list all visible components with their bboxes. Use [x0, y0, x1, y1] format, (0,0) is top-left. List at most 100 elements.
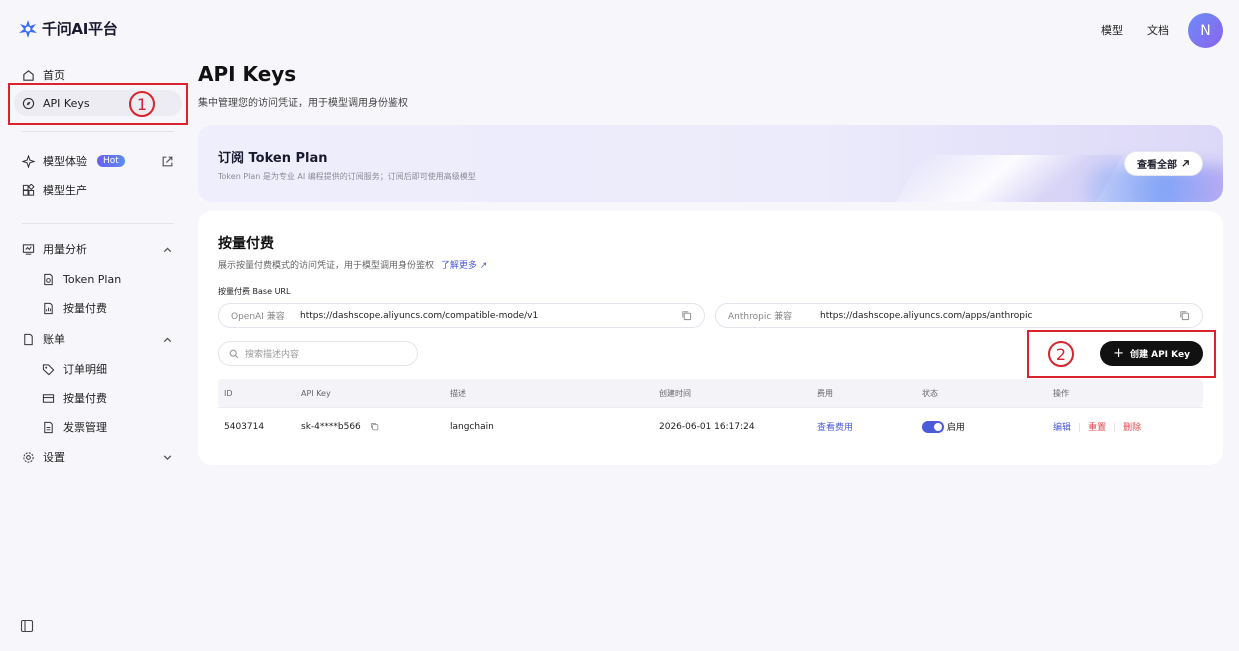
chevron-up-icon: [163, 247, 172, 253]
annotation-box-1: [8, 83, 188, 125]
brand-logo[interactable]: 千问AI平台: [18, 18, 118, 39]
banner-title: 订阅 Token Plan: [218, 151, 328, 166]
sidebar-item-invoice[interactable]: 发票管理: [34, 414, 182, 440]
chevron-up-icon: [163, 337, 172, 343]
anthropic-tag: Anthropic 兼容: [728, 312, 793, 322]
sparkle-icon: [22, 154, 35, 168]
base-url-label: 按量付费 Base URL: [218, 287, 291, 296]
payg-subtitle-text: 展示按量付费模式的访问凭证，用于模型调用身份鉴权: [218, 261, 435, 271]
cell-api-key: sk-4****b566: [295, 422, 444, 432]
header-status: 状态: [922, 388, 938, 398]
sidebar-collapse-icon[interactable]: [20, 619, 34, 633]
view-all-label: 查看全部: [1137, 160, 1177, 171]
card-icon: [42, 393, 55, 403]
anthropic-url-field: Anthropic 兼容 https://dashscope.aliyuncs.…: [715, 303, 1203, 328]
sidebar-divider: [22, 131, 174, 132]
blocks-icon: [22, 183, 35, 196]
sidebar-item-label: 设置: [43, 451, 65, 464]
sidebar-item-payg-billing[interactable]: 按量付费: [34, 385, 182, 411]
openai-url-field: OpenAI 兼容 https://dashscope.aliyuncs.com…: [218, 303, 705, 328]
sidebar-item-label: 按量付费: [63, 392, 107, 405]
sidebar: 首页 API Keys 模型体验 Hot 模型生产 用量分析 Token Pla…: [0, 60, 190, 651]
sidebar-item-label: 用量分析: [43, 243, 87, 256]
view-cost-link[interactable]: 查看费用: [811, 420, 916, 433]
cell-status: 启用: [916, 420, 1047, 434]
annotation-number-2: 2: [1048, 341, 1074, 367]
hot-badge: Hot: [97, 155, 125, 167]
copy-icon[interactable]: [370, 422, 379, 431]
sidebar-item-label: 模型体验: [43, 155, 87, 168]
edit-link[interactable]: 编辑: [1053, 423, 1071, 433]
page-subtitle: 集中管理您的访问凭证，用于模型调用身份鉴权: [198, 98, 408, 109]
learn-more-link[interactable]: 了解更多 ↗: [441, 261, 487, 271]
doc-icon: [44, 273, 53, 285]
payg-subtitle: 展示按量付费模式的访问凭证，用于模型调用身份鉴权 了解更多 ↗: [218, 258, 487, 271]
copy-icon[interactable]: [681, 310, 692, 321]
sidebar-item-model-experience[interactable]: 模型体验 Hot: [14, 148, 182, 174]
payg-title: 按量付费: [218, 236, 274, 252]
anthropic-url: https://dashscope.aliyuncs.com/apps/anth…: [820, 310, 1033, 321]
sidebar-item-token-plan[interactable]: Token Plan: [34, 266, 182, 292]
api-key-value: sk-4****b566: [301, 421, 361, 432]
file-icon: [24, 333, 33, 345]
api-key-table: ID API Key 描述 创建时间 费用 状态 操作 5403714 sk-4…: [218, 379, 1203, 445]
chevron-down-icon: [163, 455, 172, 461]
header-actions: 操作: [1053, 388, 1069, 398]
monitor-chart-icon: [22, 243, 35, 255]
home-icon: [23, 69, 34, 81]
header-id: ID: [224, 388, 233, 398]
doc-chart-icon: [44, 302, 53, 314]
arrow-up-right-icon: [1182, 160, 1189, 167]
search-input[interactable]: 搜索描述内容: [218, 341, 418, 366]
sidebar-item-usage-analysis[interactable]: 用量分析: [14, 236, 182, 262]
sidebar-item-label: 按量付费: [63, 302, 107, 315]
status-toggle[interactable]: [922, 421, 944, 434]
cell-description: langchain: [450, 421, 494, 432]
copy-icon[interactable]: [1179, 310, 1190, 321]
sidebar-item-payg-usage[interactable]: 按量付费: [34, 295, 182, 321]
external-link-icon: [162, 156, 173, 167]
cell-id: 5403714: [224, 421, 265, 432]
sidebar-item-label: 模型生产: [43, 184, 87, 197]
learn-more-label: 了解更多: [440, 261, 477, 271]
banner-subtitle: Token Plan 是为专业 AI 编程提供的订阅服务；订阅后即可使用高级模型: [218, 172, 476, 181]
tag-icon: [42, 363, 55, 375]
view-all-button[interactable]: 查看全部: [1124, 151, 1203, 176]
token-plan-banner: 订阅 Token Plan Token Plan 是为专业 AI 编程提供的订阅…: [198, 125, 1223, 202]
search-icon: [229, 349, 239, 358]
avatar[interactable]: N: [1188, 13, 1223, 48]
openai-tag: OpenAI 兼容: [231, 312, 285, 322]
sidebar-item-settings[interactable]: 设置: [14, 444, 182, 470]
top-bar: 千问AI平台 模型 文档 N: [0, 0, 1239, 60]
header-api-key: API Key: [301, 388, 331, 398]
delete-link[interactable]: 删除: [1123, 423, 1141, 433]
page-title: API Keys: [198, 62, 297, 86]
header-description: 描述: [450, 388, 466, 398]
sidebar-item-label: 订单明细: [63, 363, 107, 376]
sidebar-divider: [22, 223, 174, 224]
top-link-docs[interactable]: 文档: [1147, 22, 1169, 38]
brand-name: 千问AI平台: [42, 20, 118, 38]
status-label: 启用: [946, 422, 965, 433]
sidebar-item-order-details[interactable]: 订单明细: [34, 356, 182, 382]
annotation-number-1: 1: [129, 91, 155, 117]
sidebar-item-billing[interactable]: 账单: [14, 326, 182, 352]
table-header: ID API Key 描述 创建时间 费用 状态 操作: [218, 379, 1203, 407]
cell-actions: 编辑 | 重置 | 删除: [1053, 423, 1142, 433]
top-link-models[interactable]: 模型: [1101, 22, 1123, 38]
invoice-icon: [44, 421, 53, 433]
openai-url: https://dashscope.aliyuncs.com/compatibl…: [300, 310, 539, 321]
sidebar-item-label: Token Plan: [63, 272, 122, 286]
sidebar-item-model-production[interactable]: 模型生产: [14, 177, 182, 203]
reset-link[interactable]: 重置: [1088, 423, 1106, 433]
search-placeholder: 搜索描述内容: [245, 350, 300, 360]
header-created: 创建时间: [659, 388, 691, 398]
sidebar-item-label: 首页: [43, 69, 65, 82]
sidebar-item-label: 账单: [43, 333, 65, 346]
header-cost: 费用: [817, 388, 833, 398]
table-row: 5403714 sk-4****b566 langchain 2026-06-0…: [218, 407, 1203, 445]
logo-icon: [19, 19, 37, 38]
sidebar-item-label: 发票管理: [63, 421, 107, 434]
gear-icon: [23, 451, 34, 463]
cell-created: 2026-06-01 16:17:24: [659, 421, 755, 432]
